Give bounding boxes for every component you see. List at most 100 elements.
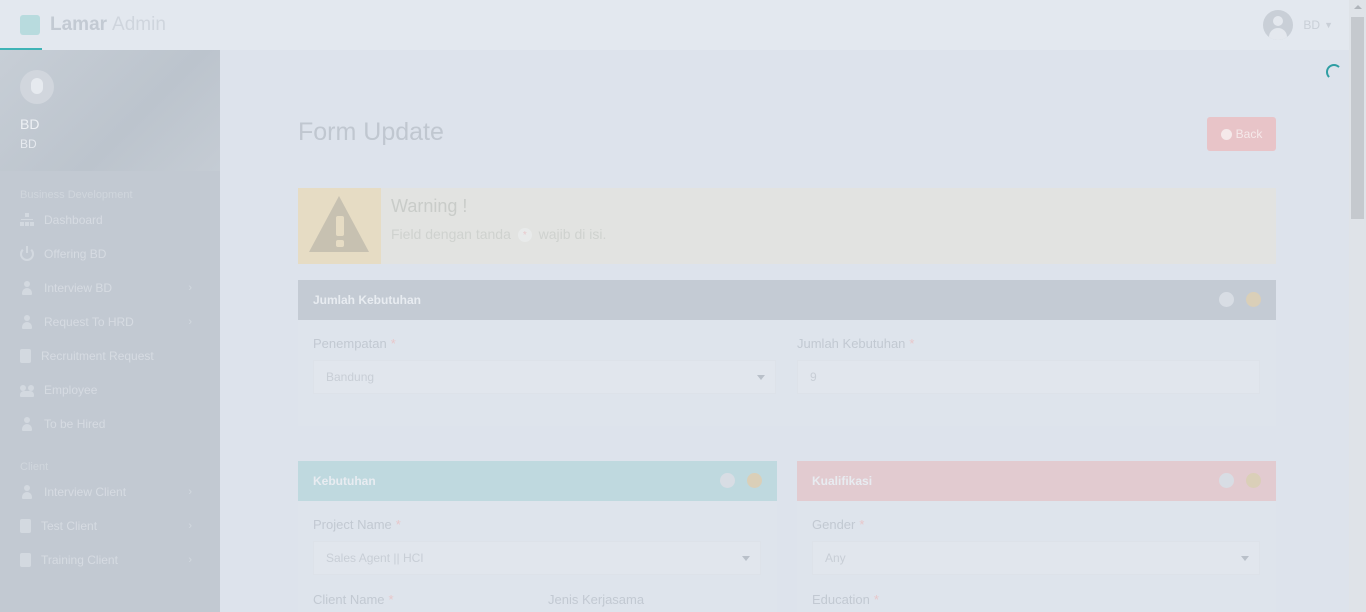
sidebar-item-label: To be Hired: [44, 417, 106, 431]
sidebar-item-dashboard[interactable]: Dashboard: [0, 203, 220, 237]
sidebar-item-offering-bd[interactable]: Offering BD: [0, 237, 220, 271]
users-icon: [20, 383, 34, 397]
vertical-scrollbar[interactable]: [1349, 0, 1366, 612]
scroll-up-icon[interactable]: [1354, 5, 1362, 9]
chevron-right-icon: ›: [188, 282, 192, 294]
required-mark: *: [909, 336, 915, 351]
required-mark: *: [390, 336, 396, 351]
clipboard-icon: [20, 349, 31, 363]
panel-tools: [1207, 292, 1261, 307]
sidebar-item-employee[interactable]: Employee: [0, 373, 220, 407]
dropdown-arrow-icon: [757, 375, 765, 380]
gender-label-text: Gender: [812, 517, 856, 532]
loading-spinner-icon: [1326, 64, 1342, 80]
sidebar-item-label: Interview Client: [44, 485, 127, 499]
panel-title: Jumlah Kebutuhan: [313, 293, 422, 307]
user-icon: [20, 417, 34, 431]
sidebar-item-interview-bd[interactable]: Interview BD ›: [0, 271, 220, 305]
panel-header: Jumlah Kebutuhan: [298, 280, 1276, 320]
logo-icon: [20, 15, 40, 35]
education-label-text: Education: [812, 592, 870, 607]
panel-kebutuhan: Kebutuhan Project Name * Sales Agent || H…: [298, 461, 777, 612]
sidebar: BD BD Business Development Dashboard Off…: [0, 50, 220, 612]
sidebar-item-recruitment-request[interactable]: Recruitment Request: [0, 339, 220, 373]
user-icon: [20, 485, 34, 499]
required-mark: *: [388, 592, 394, 607]
required-star-icon: *: [517, 228, 532, 243]
clipboard-icon: [20, 519, 31, 533]
warning-message: Field dengan tanda * wajib di isi.: [391, 226, 606, 243]
sitemap-icon: [20, 213, 34, 227]
profile-role: BD: [20, 137, 37, 151]
client-label-text: Client Name: [313, 592, 385, 607]
required-mark: *: [859, 517, 865, 532]
sidebar-item-to-be-hired[interactable]: To be Hired: [0, 407, 220, 441]
warning-alert: Warning ! Field dengan tanda * wajib di …: [298, 188, 1276, 264]
jenis-label-text: Jenis Kerjasama: [548, 592, 645, 607]
jenis-kerjasama-label: Jenis Kerjasama: [548, 592, 644, 607]
jumlah-label-text: Jumlah Kebutuhan: [797, 336, 906, 351]
jumlah-kebutuhan-input[interactable]: 9: [797, 360, 1260, 394]
dropdown-arrow-icon: [1241, 556, 1249, 561]
panel-tools: [1207, 473, 1261, 488]
page-title: Form Update: [298, 118, 444, 146]
back-button-label: Back: [1235, 127, 1263, 141]
sidebar-profile: BD BD: [0, 50, 220, 171]
gender-label: Gender *: [812, 517, 864, 532]
sidebar-item-training-client[interactable]: Training Client ›: [0, 543, 220, 577]
penempatan-select[interactable]: Bandung: [313, 360, 776, 394]
required-mark: *: [395, 517, 401, 532]
brand-suffix: Admin: [112, 14, 166, 35]
expand-icon[interactable]: [1219, 473, 1234, 488]
back-button[interactable]: Back: [1207, 117, 1276, 151]
sidebar-item-interview-client[interactable]: Interview Client ›: [0, 475, 220, 509]
sidebar-item-label: Test Client: [41, 519, 98, 533]
sidebar-item-label: Interview BD: [44, 281, 113, 295]
panel-header: Kualifikasi: [797, 461, 1276, 501]
sidebar-item-label: Offering BD: [44, 247, 107, 261]
required-mark: *: [873, 592, 879, 607]
penempatan-label-text: Penempatan: [313, 336, 387, 351]
gender-value: Any: [825, 551, 846, 565]
nav-section-title: Business Development: [20, 189, 133, 201]
panel-jumlah-kebutuhan: Jumlah Kebutuhan Penempatan * Bandung Jum…: [298, 280, 1276, 426]
warning-text-before: Field dengan tanda: [391, 226, 511, 242]
project-name-label: Project Name *: [313, 517, 401, 532]
top-header: Lamar Admin BD ▼: [0, 0, 1349, 51]
main-content: Form Update Back Warning ! Field dengan …: [220, 50, 1349, 612]
user-menu[interactable]: BD ▼: [1263, 10, 1333, 40]
panel-title: Kebutuhan: [313, 474, 376, 488]
avatar-icon: [1263, 10, 1294, 40]
nav-section-title: Client: [20, 461, 49, 473]
scrollbar-thumb[interactable]: [1351, 17, 1364, 219]
project-label-text: Project Name: [313, 517, 392, 532]
chevron-right-icon: ›: [188, 554, 192, 566]
chevron-right-icon: ›: [188, 486, 192, 498]
collapse-icon[interactable]: [1246, 473, 1261, 488]
caret-down-icon: ▼: [1324, 20, 1333, 30]
education-label: Education *: [812, 592, 879, 607]
clipboard-icon: [20, 553, 31, 567]
jumlah-kebutuhan-label: Jumlah Kebutuhan *: [797, 336, 914, 351]
user-menu-label: BD: [1303, 18, 1321, 32]
arrow-left-circle-icon: [1220, 128, 1232, 140]
sidebar-item-request-to-hrd[interactable]: Request To HRD ›: [0, 305, 220, 339]
brand-name: Lamar: [50, 14, 108, 35]
expand-icon[interactable]: [1219, 292, 1234, 307]
panel-tools: [708, 473, 762, 488]
gender-select[interactable]: Any: [812, 541, 1260, 575]
sidebar-item-label: Request To HRD: [44, 315, 134, 329]
collapse-icon[interactable]: [747, 473, 762, 488]
project-name-select[interactable]: Sales Agent || HCI: [313, 541, 761, 575]
warning-title: Warning !: [391, 196, 468, 216]
expand-icon[interactable]: [720, 473, 735, 488]
sidebar-item-test-client[interactable]: Test Client ›: [0, 509, 220, 543]
project-value: Sales Agent || HCI: [326, 551, 424, 565]
power-icon: [20, 246, 34, 261]
sidebar-item-label: Training Client: [41, 553, 118, 567]
chevron-right-icon: ›: [188, 520, 192, 532]
collapse-icon[interactable]: [1246, 292, 1261, 307]
sidebar-item-label: Dashboard: [44, 213, 103, 227]
brand[interactable]: Lamar Admin: [20, 14, 166, 36]
warning-icon: [298, 188, 381, 264]
